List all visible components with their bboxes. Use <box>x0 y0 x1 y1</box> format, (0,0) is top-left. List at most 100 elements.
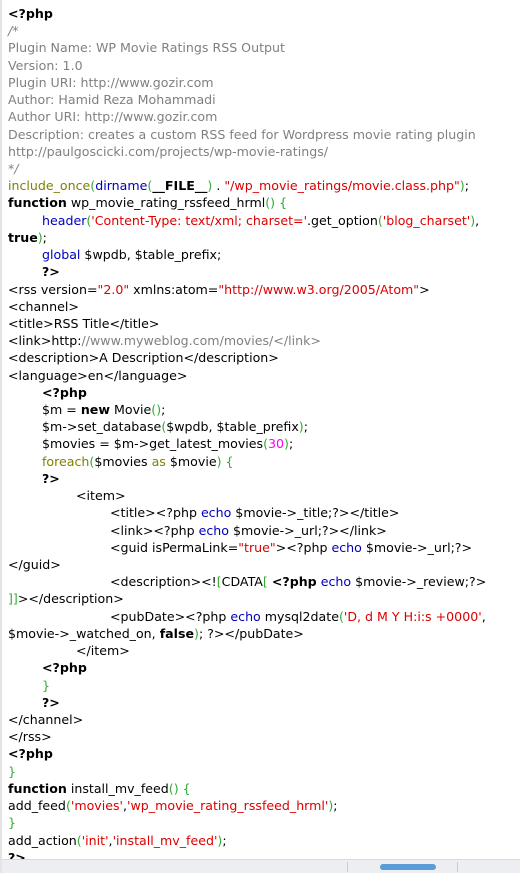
code-token-def: ; ?></pubDate> <box>198 625 304 641</box>
code-token-def: $m = <box>42 402 81 418</box>
code-line: add_action('init','install_mv_feed'); <box>8 832 516 849</box>
code-token-brk: () <box>168 780 179 796</box>
code-line: <item> <box>8 487 516 504</box>
code-token-str: "2.0" <box>97 281 130 297</box>
code-token-kw: <?php <box>271 574 317 590</box>
code-token-kw: true <box>8 229 38 245</box>
code-line: <description>A Description</description> <box>8 349 516 366</box>
code-line: Author: Hamid Reza Mohammadi <box>8 91 516 108</box>
code-token-kw: ?> <box>42 694 60 710</box>
code-line: */ <box>8 160 516 177</box>
code-token-def: </item> <box>76 643 130 659</box>
code-token-def: <rss version= <box>8 281 98 297</box>
code-token-def: $movie <box>165 453 217 469</box>
code-line: foreach($movies as $movie) { <box>8 453 516 470</box>
code-line: Version: 1.0 <box>8 57 516 74</box>
code-token-kw2: include_once <box>8 178 91 194</box>
code-token-def: </channel> <box>8 711 84 727</box>
code-token-kw: function <box>8 195 67 211</box>
code-token-kw: ?> <box>42 264 60 280</box>
code-token-def: $wpdb, $table_prefix; <box>80 247 222 263</box>
code-token-cmt: Version: 1.0 <box>8 57 83 73</box>
code-token-str: 'init' <box>81 832 109 848</box>
code-token-cmt-i: */ <box>8 160 19 176</box>
code-line: <language>en</language> <box>8 367 516 384</box>
code-token-def: <title>RSS Title</title> <box>8 315 160 331</box>
code-token-def: <description><! <box>110 574 217 590</box>
code-line: Plugin Name: WP Movie Ratings RSS Output <box>8 39 516 56</box>
code-token-def: add_action <box>8 832 77 848</box>
code-token-brk: { <box>182 780 191 796</box>
code-line: <?php <box>8 745 516 762</box>
code-line: $m->set_database($wpdb, $table_prefix); <box>8 418 516 435</box>
code-token-kw: __FILE__ <box>152 178 208 194</box>
code-token-def: $movie->_title;?></title> <box>231 505 400 521</box>
code-line: <title><?php echo $movie->_title;?></tit… <box>8 504 516 521</box>
code-token-kw: ?> <box>42 470 60 486</box>
code-token-def: ; <box>464 178 469 194</box>
code-line: } <box>8 814 516 831</box>
code-token-def: ><?php <box>275 539 332 555</box>
horizontal-scrollbar[interactable] <box>2 859 520 873</box>
code-token-brk: () <box>265 195 276 211</box>
code-token-str: 'Content-Type: text/xml; charset=' <box>91 212 308 228</box>
code-token-num: 30 <box>268 436 285 452</box>
code-token-def: $movies <box>94 453 152 469</box>
code-line: <guid isPermaLink="true"><?php echo $mov… <box>8 539 516 573</box>
code-token-def: <language>en</language> <box>8 367 188 383</box>
code-line: /* <box>8 22 516 39</box>
code-line: ?> <box>8 263 516 280</box>
code-line: <rss version="2.0" xmlns:atom="http://ww… <box>8 281 516 298</box>
code-token-def: wp_movie_rating_rssfeed_hrml <box>66 195 266 211</box>
code-line: <channel> <box>8 298 516 315</box>
code-line: include_once(dirname(__FILE__) . "/wp_mo… <box>8 177 516 194</box>
code-line: } <box>8 677 516 694</box>
code-token-brk: ]] <box>8 591 18 607</box>
code-token-brk: { <box>225 453 234 469</box>
code-line: </channel> <box>8 711 516 728</box>
code-token-cmt: //www.myweblog.com/movies/</link> <box>81 333 321 349</box>
code-token-def: ; <box>222 832 227 848</box>
code-token-str: 'install_mv_feed' <box>112 832 218 848</box>
code-token-def: > <box>419 281 430 297</box>
code-token-def: <item> <box>76 488 126 504</box>
code-token-def: $movie->_review;?> <box>351 574 487 590</box>
code-listing: <?php /* Plugin Name: WP Movie Ratings RSS… <box>2 0 516 866</box>
code-token-fn: echo <box>320 574 352 590</box>
code-token-kw2: foreach <box>42 453 90 469</box>
horizontal-scrollbar-thumb[interactable] <box>380 864 436 870</box>
code-token-def: $movies = $m->get_latest_movies <box>42 436 264 452</box>
code-line: <?php <box>8 384 516 401</box>
code-token-def: <title><?php <box>110 505 201 521</box>
code-token-def: xmlns:atom= <box>129 281 219 297</box>
code-token-brk: { <box>279 195 288 211</box>
code-token-fn: dirname <box>95 178 148 194</box>
code-token-kw: <?php <box>42 384 87 400</box>
code-token-kw: <?php <box>42 660 87 676</box>
code-line: header('Content-Type: text/xml; charset=… <box>8 212 516 246</box>
code-token-cmt: http://paulgoscicki.com/projects/wp-movi… <box>8 143 328 159</box>
code-line: Description: creates a custom RSS feed f… <box>8 126 516 143</box>
code-token-def: <channel> <box>8 298 79 314</box>
code-token-fn: echo <box>200 505 232 521</box>
code-token-kw: false <box>159 625 195 641</box>
code-token-cmt: Plugin Name: WP Movie Ratings RSS Output <box>8 40 285 56</box>
code-token-def: <pubDate><?php <box>110 608 231 624</box>
code-token-def: add_feed <box>8 798 66 814</box>
code-token-cmt-i: /* <box>8 23 19 39</box>
code-viewer[interactable]: <?php /* Plugin Name: WP Movie Ratings RSS… <box>0 0 520 873</box>
code-line: http://paulgoscicki.com/projects/wp-movi… <box>8 143 516 160</box>
code-token-def: , <box>481 608 490 624</box>
code-token-def: ; <box>161 402 166 418</box>
code-line: <?php <box>8 5 516 22</box>
code-token-kw: function <box>8 780 67 796</box>
code-token-def: <description>A Description</description> <box>8 350 279 366</box>
code-token-def: install_mv_feed <box>66 780 169 796</box>
code-token-brk: } <box>42 677 51 693</box>
code-line: <description><![CDATA[ <?php echo $movie… <box>8 573 516 607</box>
code-token-kw: <?php <box>8 6 53 21</box>
code-line: add_feed('movies','wp_movie_rating_rssfe… <box>8 797 516 814</box>
code-token-brk: } <box>8 815 17 831</box>
code-line: $movies = $m->get_latest_movies(30); <box>8 435 516 452</box>
code-line: <title>RSS Title</title> <box>8 315 516 332</box>
